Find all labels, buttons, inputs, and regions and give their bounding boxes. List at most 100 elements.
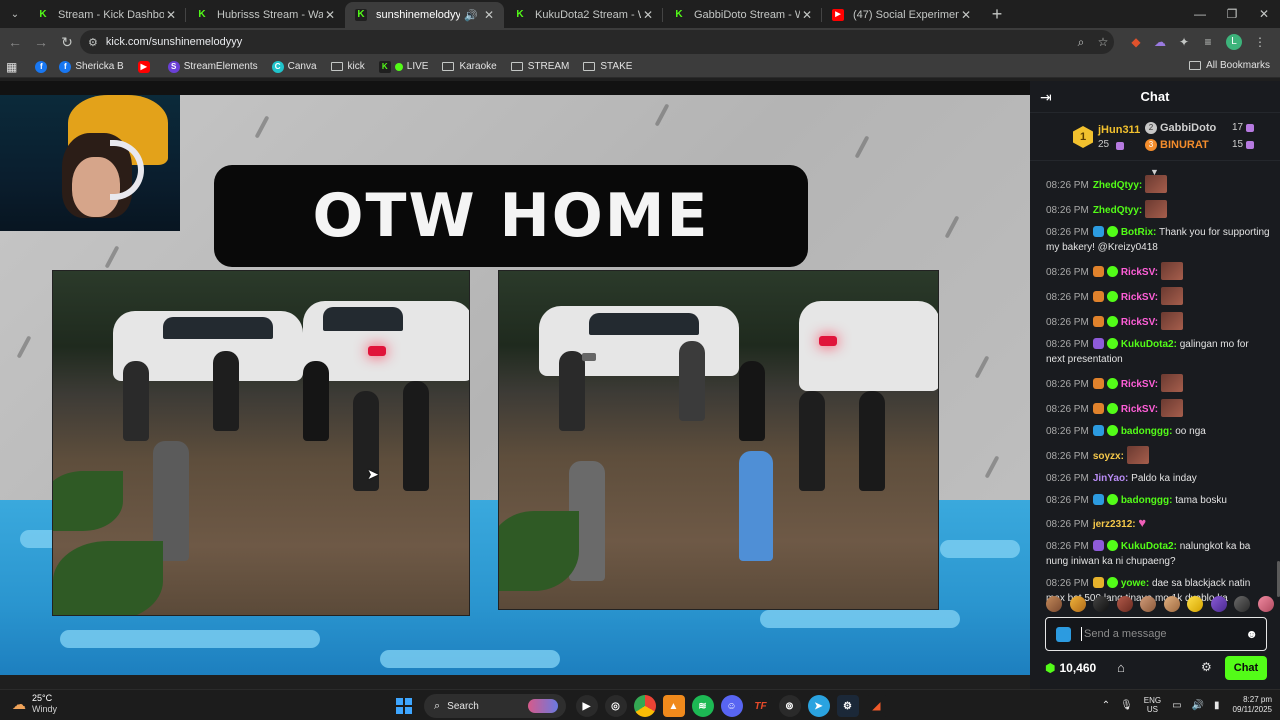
emote-icon[interactable] bbox=[1257, 596, 1274, 612]
language-indicator[interactable]: ENG US bbox=[1144, 696, 1161, 714]
emote-icon[interactable] bbox=[1234, 596, 1251, 612]
close-icon[interactable]: ✕ bbox=[959, 8, 973, 22]
volume-icon[interactable]: 🔊 bbox=[1192, 700, 1204, 711]
speaker-icon[interactable]: 🔊 bbox=[464, 9, 478, 22]
extension-fox-icon[interactable]: ◆ bbox=[1124, 35, 1148, 49]
message-username[interactable]: jerz2312: bbox=[1093, 519, 1136, 530]
restore-icon[interactable]: ❐ bbox=[1216, 0, 1248, 28]
message-username[interactable]: badonggg: bbox=[1121, 426, 1173, 437]
emote-icon[interactable] bbox=[1187, 596, 1204, 612]
microphone-icon[interactable]: 🎙 bbox=[1120, 700, 1133, 711]
zoom-icon[interactable]: ⌕ bbox=[1070, 35, 1092, 50]
emoji-picker-icon[interactable]: ☻ bbox=[1245, 627, 1258, 641]
media-app-icon[interactable]: ▶ bbox=[575, 695, 598, 717]
bookmark-shericka[interactable]: f Shericka B bbox=[59, 60, 124, 73]
tab-1[interactable]: K Stream - Kick Dashboard ✕ bbox=[27, 2, 186, 28]
emote-icon[interactable] bbox=[1210, 596, 1227, 612]
message-username[interactable]: JinYao: bbox=[1093, 473, 1129, 484]
bookmark-folder-karaoke[interactable]: Karaoke bbox=[442, 61, 497, 72]
message-username[interactable]: RickSV: bbox=[1121, 267, 1158, 278]
collapse-chat-icon[interactable]: ⇥ bbox=[1040, 89, 1052, 106]
close-icon[interactable]: ✕ bbox=[641, 8, 655, 22]
close-window-icon[interactable]: ✕ bbox=[1248, 0, 1280, 28]
site-info-icon[interactable]: ⚙ bbox=[88, 36, 98, 49]
extensions-puzzle-icon[interactable]: ✦ bbox=[1172, 35, 1196, 49]
tab-5[interactable]: K GabbiDoto Stream - Watch Live ✕ bbox=[663, 2, 822, 28]
media-control-icon[interactable]: ≡ bbox=[1196, 35, 1220, 49]
discord-icon[interactable]: ☺ bbox=[720, 695, 743, 717]
stream-player[interactable]: OTW HOME ➤ bbox=[0, 81, 1030, 675]
leader-first-user[interactable]: jHun311 bbox=[1098, 124, 1140, 136]
tab-4[interactable]: K KukuDota2 Stream - Watch Live ✕ bbox=[504, 2, 663, 28]
close-icon[interactable]: ✕ bbox=[164, 8, 178, 22]
bookmark-live[interactable]: K LIVE bbox=[378, 60, 428, 73]
extension-cloud-icon[interactable]: ☁ bbox=[1148, 35, 1172, 49]
address-bar[interactable]: ⚙ kick.com/sunshinemelodyyy ⌕ ☆ bbox=[80, 30, 1114, 54]
tab-3-active[interactable]: K sunshinemelodyyy Stream 🔊 ✕ bbox=[345, 2, 504, 28]
bookmark-folder-stake[interactable]: STAKE bbox=[583, 61, 632, 72]
clock[interactable]: 8:27 pm 09/11/2025 bbox=[1233, 695, 1272, 715]
message-username[interactable]: badonggg: bbox=[1121, 495, 1173, 506]
emote-icon[interactable] bbox=[1069, 596, 1086, 612]
emote-icon[interactable] bbox=[1140, 596, 1157, 612]
apps-grid-icon[interactable]: ▦ bbox=[6, 60, 17, 74]
message-username[interactable]: ZhedQtyy: bbox=[1093, 205, 1142, 216]
bookmark-facebook[interactable]: f bbox=[35, 60, 51, 73]
vlc-icon[interactable]: ▲ bbox=[662, 695, 685, 717]
steam-icon[interactable]: ⚙ bbox=[836, 695, 859, 717]
message-username[interactable]: soyzx: bbox=[1093, 451, 1124, 462]
leader-second-user[interactable]: GabbiDoto bbox=[1160, 122, 1216, 134]
emote-icon[interactable] bbox=[1163, 596, 1180, 612]
battery-icon[interactable]: ▮ bbox=[1214, 700, 1220, 711]
emote-icon[interactable] bbox=[1093, 596, 1110, 612]
bookmark-youtube[interactable]: ▶ bbox=[137, 60, 154, 73]
tab-6[interactable]: ▶ (47) Social Experiment w/ MIN/ ✕ bbox=[822, 2, 981, 28]
message-username[interactable]: yowe: bbox=[1121, 578, 1149, 589]
windows-start-icon[interactable] bbox=[396, 698, 412, 714]
chat-settings-icon[interactable]: ⚙ bbox=[1201, 660, 1212, 674]
message-username[interactable]: KukuDota2: bbox=[1121, 541, 1177, 552]
spotify-icon[interactable]: ≋ bbox=[691, 695, 714, 717]
network-icon[interactable]: ▭ bbox=[1172, 700, 1181, 711]
profile-avatar[interactable]: L bbox=[1226, 34, 1242, 50]
close-icon[interactable]: ✕ bbox=[323, 8, 337, 22]
forward-icon[interactable]: → bbox=[28, 34, 54, 50]
tray-overflow-icon[interactable]: ⌃ bbox=[1102, 700, 1110, 711]
obs-icon[interactable]: ◎ bbox=[604, 695, 627, 717]
message-username[interactable]: ZhedQtyy: bbox=[1093, 180, 1142, 191]
tab-search-menu-icon[interactable]: ⌄ bbox=[3, 4, 27, 24]
app-circle-icon[interactable]: ⊚ bbox=[778, 695, 801, 717]
leader-third-user[interactable]: BINURAT bbox=[1160, 139, 1209, 151]
emote-icon[interactable] bbox=[1046, 596, 1062, 612]
bookmark-folder-stream[interactable]: STREAM bbox=[510, 61, 569, 72]
tab-2[interactable]: K Hubrisss Stream - Watch Live o ✕ bbox=[186, 2, 345, 28]
taskbar-search[interactable]: ⌕ Search bbox=[424, 694, 566, 718]
telegram-icon[interactable]: ➤ bbox=[807, 695, 830, 717]
tf-app-icon[interactable]: TF bbox=[749, 695, 772, 717]
message-username[interactable]: KukuDota2: bbox=[1121, 339, 1177, 350]
chrome-menu-icon[interactable]: ⋮ bbox=[1248, 35, 1272, 49]
close-icon[interactable]: ✕ bbox=[482, 8, 496, 22]
message-username[interactable]: RickSV: bbox=[1121, 379, 1158, 390]
app-arrow-icon[interactable]: ◢ bbox=[865, 695, 888, 717]
chat-input[interactable]: Send a message ☻ bbox=[1045, 617, 1267, 651]
emote-icon[interactable] bbox=[1116, 596, 1133, 612]
chrome-icon[interactable] bbox=[633, 695, 656, 717]
bookmark-star-icon[interactable]: ☆ bbox=[1092, 35, 1114, 49]
weather-widget[interactable]: ☁ 25°C Windy bbox=[12, 693, 57, 715]
new-tab-button[interactable]: + bbox=[985, 4, 1009, 25]
message-username[interactable]: RickSV: bbox=[1121, 404, 1158, 415]
channel-points[interactable]: 10,460 bbox=[1059, 661, 1096, 675]
back-icon[interactable]: ← bbox=[2, 34, 28, 50]
all-bookmarks-button[interactable]: All Bookmarks bbox=[1189, 60, 1270, 71]
reload-icon[interactable]: ↻ bbox=[54, 34, 80, 51]
message-username[interactable]: RickSV: bbox=[1121, 317, 1158, 328]
bookmark-folder-kick[interactable]: kick bbox=[330, 61, 365, 72]
url-text[interactable]: kick.com/sunshinemelodyyy bbox=[106, 36, 1070, 48]
send-chat-button[interactable]: Chat bbox=[1225, 656, 1267, 680]
close-icon[interactable]: ✕ bbox=[800, 8, 814, 22]
channel-points-icon[interactable]: ⬢ bbox=[1045, 661, 1055, 675]
message-username[interactable]: BotRix: bbox=[1121, 227, 1157, 238]
bookmark-canva[interactable]: C Canva bbox=[271, 60, 317, 73]
message-username[interactable]: RickSV: bbox=[1121, 292, 1158, 303]
